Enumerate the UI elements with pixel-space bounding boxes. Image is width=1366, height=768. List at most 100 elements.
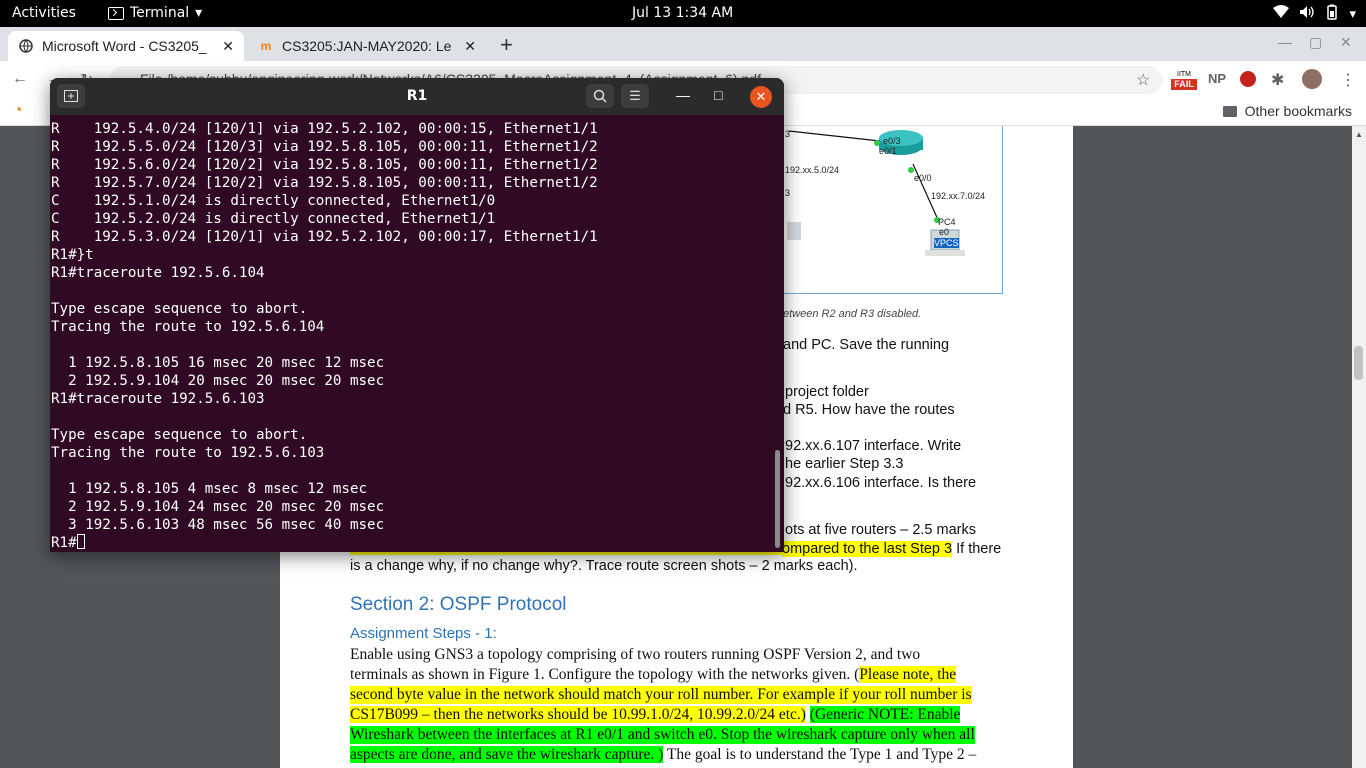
extension-icon[interactable]: [1240, 71, 1256, 87]
terminal-line: R 192.5.6.0/24 [120/2] via 192.5.8.105, …: [51, 157, 598, 173]
app-menu[interactable]: Terminal ▾: [108, 5, 202, 21]
gnome-top-bar: Activities Terminal ▾ Jul 13 1:34 AM ▾: [0, 0, 1366, 27]
para-line: Wireshark between the interfaces at R1 e…: [350, 726, 975, 744]
back-arrow-icon[interactable]: ←: [12, 70, 28, 88]
terminal-line: Tracing the route to 192.5.6.104: [51, 319, 325, 335]
terminal-line: Type escape sequence to abort.: [51, 301, 308, 317]
terminal-line: C 192.5.2.0/24 is directly connected, Et…: [51, 211, 496, 227]
pdf-text: ots at five routers – 2.5 marks: [785, 522, 976, 538]
globe-icon: [18, 38, 34, 54]
net-label: 3: [785, 129, 791, 139]
terminal-scrollbar[interactable]: [775, 450, 780, 548]
terminal-window[interactable]: R1 ☰ — □ ✕ R 192.5.4.0/24 [120/1] via 19…: [50, 78, 784, 552]
wifi-icon: [1273, 5, 1290, 23]
figure-caption: etween R2 and R3 disabled.: [783, 308, 922, 320]
net-label: VPCS: [934, 238, 959, 248]
net-label: 192.xx.5.0/24: [785, 165, 840, 175]
tab-word-pdf[interactable]: Microsoft Word - CS3205_ ✕: [8, 31, 244, 61]
net-label: e0/0: [914, 173, 932, 183]
ext-fail-top: IITM: [1177, 71, 1191, 78]
terminal-line: R1#traceroute 192.5.6.104: [51, 265, 265, 281]
system-tray[interactable]: ▾: [1273, 4, 1356, 24]
para-line: CS17B099 – then the networks should be 1…: [350, 706, 961, 724]
hamburger-menu-icon[interactable]: ☰: [621, 84, 649, 108]
para-line: Enable using GNS3 a topology comprising …: [350, 646, 921, 663]
battery-icon: [1325, 4, 1339, 24]
scroll-thumb[interactable]: [1354, 346, 1363, 380]
prompt-text: R1#: [51, 535, 77, 551]
terminal-line: 1 192.5.8.105 16 msec 20 msec 12 msec: [51, 355, 385, 371]
clock[interactable]: Jul 13 1:34 AM: [632, 5, 733, 21]
para-text: The goal is to understand the Type 1 and…: [663, 746, 977, 763]
terminal-line: Type escape sequence to abort.: [51, 427, 308, 443]
terminal-line: R 192.5.4.0/24 [120/1] via 192.5.2.102, …: [51, 121, 598, 137]
minimize-icon[interactable]: —: [676, 87, 690, 103]
section-heading: Section 2: OSPF Protocol: [350, 594, 567, 615]
tab-moodle[interactable]: m CS3205:JAN-MAY2020: Le ✕: [248, 31, 486, 61]
avatar[interactable]: [1302, 69, 1322, 89]
puzzle-icon[interactable]: ✱: [1271, 70, 1284, 90]
other-bookmarks[interactable]: Other bookmarks: [1222, 103, 1352, 119]
search-icon[interactable]: [586, 84, 614, 108]
close-tab-icon[interactable]: ✕: [222, 38, 234, 55]
net-label: PC4: [938, 217, 956, 227]
restore-window-icon[interactable]: ▢: [1309, 34, 1322, 51]
np-extension[interactable]: NP: [1208, 71, 1226, 86]
pdf-text: 92.xx.6.107 interface. Write: [785, 438, 962, 454]
pdf-text: 92.xx.6.106 interface. Is there: [785, 475, 977, 491]
star-icon[interactable]: ☆: [1136, 70, 1150, 90]
terminal-line: 2 192.5.9.104 24 msec 20 msec 20 msec: [51, 499, 385, 515]
pdf-text: d R5. How have the routes: [783, 402, 955, 418]
highlight-text: ompared to the last Step 3: [782, 541, 953, 557]
highlight-green-text: (Generic NOTE: Enable: [809, 706, 961, 723]
page-scrollbar[interactable]: ▲: [1352, 126, 1366, 768]
pdf-text: and PC. Save the running: [783, 337, 950, 353]
terminal-line: C 192.5.1.0/24 is directly connected, Et…: [51, 193, 496, 209]
power-menu-icon: ▾: [1349, 6, 1356, 22]
terminal-line: 1 192.5.8.105 4 msec 8 msec 12 msec: [51, 481, 368, 497]
terminal-line: R1#traceroute 192.5.6.103: [51, 391, 265, 407]
moodle-icon: m: [260, 39, 272, 53]
terminal-line: R 192.5.7.0/24 [120/2] via 192.5.8.105, …: [51, 175, 598, 191]
kebab-menu-icon[interactable]: ⋮: [1340, 70, 1356, 90]
close-window-icon[interactable]: ✕: [1340, 34, 1352, 51]
close-tab-icon[interactable]: ✕: [464, 38, 476, 55]
iitm-fail-extension[interactable]: IITM FAIL: [1171, 71, 1197, 91]
new-tab-button[interactable]: +: [500, 32, 513, 58]
net-label: 192.xx.7.0/24: [931, 191, 986, 201]
highlight-green-text: aspects are done, and save the wireshark…: [350, 746, 664, 763]
tab-title: CS3205:JAN-MAY2020: Le: [282, 38, 452, 54]
pdf-text: is a change why, if no change why?. Trac…: [350, 558, 858, 574]
pdf-text: project folder: [785, 384, 869, 400]
terminal-icon: [108, 6, 124, 20]
para-line: second byte value in the network should …: [350, 686, 972, 704]
terminal-line: 3 192.5.6.103 48 msec 56 msec 40 msec: [51, 517, 385, 533]
terminal-line: R 192.5.3.0/24 [120/1] via 192.5.2.102, …: [51, 229, 598, 245]
close-icon[interactable]: ✕: [750, 86, 772, 108]
para-text: terminals as shown in Figure 1. Configur…: [350, 666, 860, 683]
caret-down-icon: ▾: [195, 5, 203, 21]
terminal-prompt: R1#: [51, 534, 773, 552]
other-bookmarks-label: Other bookmarks: [1244, 103, 1352, 119]
activities-button[interactable]: Activities: [12, 5, 76, 21]
net-label: e0/1: [879, 146, 897, 156]
terminal-titlebar[interactable]: R1 ☰ — □ ✕: [50, 78, 784, 115]
para-line: aspects are done, and save the wireshark…: [350, 746, 976, 764]
scroll-up-icon[interactable]: ▲: [1355, 130, 1363, 139]
net-label: e0: [939, 227, 950, 237]
pdf-text: he earlier Step 3.3: [785, 456, 904, 472]
pdf-text: If there: [952, 541, 1002, 557]
net-label: e0/3: [883, 136, 901, 146]
minimize-window-icon[interactable]: —: [1278, 34, 1292, 50]
maximize-icon[interactable]: □: [714, 87, 722, 103]
terminal-title: R1: [406, 88, 428, 104]
terminal-line: R1#}t: [51, 247, 94, 263]
bookmark-icon[interactable]: ◔: [13, 102, 23, 120]
ext-fail-badge: FAIL: [1171, 79, 1197, 90]
terminal-line: Tracing the route to 192.5.6.103: [51, 445, 325, 461]
terminal-output[interactable]: R 192.5.4.0/24 [120/1] via 192.5.2.102, …: [51, 120, 773, 552]
